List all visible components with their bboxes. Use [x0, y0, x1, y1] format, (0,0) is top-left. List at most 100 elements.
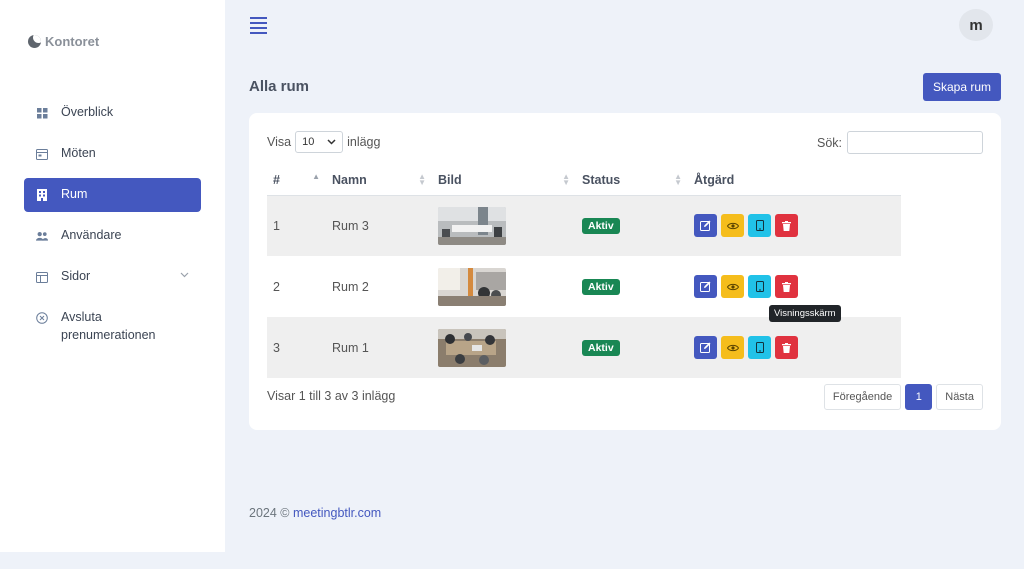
- table-row: 3 Rum 1 Aktiv: [267, 317, 901, 378]
- sidebar-item-pages[interactable]: Sidor: [24, 260, 201, 294]
- column-header-action: Åtgärd: [688, 165, 901, 196]
- sidebar-item-label: Avsluta prenumerationen: [61, 310, 156, 342]
- room-name: Rum 2: [332, 279, 369, 294]
- sort-asc-icon: ▲: [312, 172, 320, 181]
- column-header-name[interactable]: Namn ▲ ▼: [326, 165, 432, 196]
- sidebar-item-label: Möten: [61, 146, 96, 160]
- room-image: [438, 328, 506, 367]
- edit-icon: [700, 281, 711, 292]
- chevron-down-icon: [180, 270, 189, 281]
- building-icon: [36, 189, 48, 201]
- row-actions: [694, 214, 895, 238]
- column-header-number[interactable]: # ▲: [267, 165, 326, 196]
- room-image: [438, 206, 506, 245]
- sidebar-nav: Överblick Möten Rum Användare Sidor Avsl…: [24, 96, 201, 354]
- eye-icon: [726, 283, 739, 290]
- page-title: Alla rum: [249, 78, 310, 95]
- rooms-card: Visa 10 inlägg Sök: # ▲ Namn ▲ ▼ Bild ▲ ▼ Sta…: [249, 113, 1001, 430]
- status-badge: Aktiv: [582, 339, 620, 356]
- chevron-down-icon: [327, 139, 336, 145]
- delete-button[interactable]: [775, 214, 798, 238]
- length-control: Visa 10 inlägg: [267, 131, 380, 153]
- next-page-button[interactable]: Nästa: [936, 384, 983, 410]
- calendar-icon: [36, 148, 48, 160]
- view-button[interactable]: [721, 214, 744, 238]
- entries-select[interactable]: 10: [295, 131, 344, 153]
- hamburger-icon: [250, 17, 267, 19]
- room-name: Rum 3: [326, 195, 432, 256]
- footer: 2024 © meetingbtlr.com: [249, 506, 381, 520]
- row-number: 3: [267, 317, 326, 378]
- delete-button[interactable]: [775, 336, 798, 359]
- tablet-icon: [755, 220, 764, 232]
- sidebar-item-label: Överblick: [61, 105, 114, 119]
- brand-name: Kontoret: [45, 34, 100, 49]
- previous-page-button[interactable]: Föregående: [823, 384, 902, 410]
- trash-icon: [782, 281, 791, 292]
- trash-icon: [782, 342, 791, 353]
- sidebar-item-rooms[interactable]: Rum: [24, 178, 201, 212]
- view-button[interactable]: [721, 275, 744, 298]
- edit-icon: [700, 342, 711, 353]
- edit-button[interactable]: [694, 275, 717, 298]
- entries-label: inlägg: [347, 135, 381, 149]
- brand-logo[interactable]: Kontoret: [28, 34, 99, 49]
- sort-icon: ▲ ▼: [562, 172, 570, 187]
- table-info: Visar 1 till 3 av 3 inlägg: [267, 389, 396, 403]
- create-room-button[interactable]: Skapa rum: [923, 73, 1001, 101]
- sidebar-item-label: Rum: [61, 187, 88, 201]
- status-badge: Aktiv: [582, 278, 620, 295]
- sidebar-item-meetings[interactable]: Möten: [24, 137, 201, 171]
- trash-icon: [782, 220, 791, 231]
- sidebar-item-label: Sidor: [61, 269, 91, 283]
- room-name: Rum 1: [326, 317, 432, 378]
- room-image: [438, 267, 506, 306]
- display-screen-button[interactable]: [748, 336, 771, 359]
- search-label: Sök:: [816, 135, 842, 150]
- search-input[interactable]: [847, 131, 983, 154]
- search-control: Sök:: [817, 131, 983, 154]
- edit-icon: [700, 220, 711, 232]
- avatar[interactable]: m: [959, 9, 993, 41]
- logo-icon: [28, 35, 41, 48]
- copyright: 2024 ©: [249, 506, 290, 520]
- entries-value: 10: [302, 136, 315, 148]
- tablet-icon: [755, 281, 764, 292]
- sidebar-item-users[interactable]: Användare: [24, 219, 201, 253]
- rooms-table: # ▲ Namn ▲ ▼ Bild ▲ ▼ Status ▲ ▼ Åtgärd 1 Rum 3…: [267, 165, 901, 378]
- table-header-row: # ▲ Namn ▲ ▼ Bild ▲ ▼ Status ▲ ▼ Åtgärd: [267, 165, 901, 196]
- tooltip: Visningsskärm: [769, 305, 841, 322]
- sort-icon: ▲ ▼: [418, 172, 426, 187]
- row-number: 2: [273, 279, 280, 294]
- column-header-image[interactable]: Bild ▲ ▼: [432, 165, 576, 196]
- pagination: Föregående 1 Nästa: [823, 384, 983, 410]
- page-1-button[interactable]: 1: [905, 384, 933, 410]
- display-screen-button[interactable]: [748, 214, 771, 238]
- sort-icon: ▲ ▼: [674, 172, 682, 187]
- delete-button[interactable]: [775, 275, 798, 298]
- close-circle-icon: [36, 312, 48, 324]
- show-label: Visa: [267, 135, 292, 149]
- layout-icon: [36, 271, 48, 283]
- edit-button[interactable]: [694, 214, 717, 238]
- footer-link[interactable]: meetingbtlr.com: [293, 506, 381, 520]
- sidebar-item-label: Användare: [61, 228, 122, 242]
- row-number: 1: [267, 195, 326, 256]
- eye-icon: [726, 344, 739, 351]
- table-row: 1 Rum 3 Aktiv: [267, 195, 901, 256]
- sidebar-item-unsubscribe[interactable]: Avsluta prenumerationen: [24, 301, 201, 347]
- row-actions: [694, 336, 895, 359]
- users-icon: [36, 230, 48, 242]
- grid-icon: [36, 107, 48, 119]
- menu-toggle-button[interactable]: [250, 17, 267, 37]
- edit-button[interactable]: [694, 336, 717, 359]
- row-actions: [694, 275, 895, 298]
- sidebar: Kontoret Överblick Möten Rum Användare S…: [0, 0, 225, 552]
- status-badge: Aktiv: [582, 217, 620, 234]
- view-button[interactable]: [721, 336, 744, 359]
- eye-icon: [726, 222, 739, 229]
- display-screen-button[interactable]: [748, 275, 771, 298]
- column-header-status[interactable]: Status ▲ ▼: [576, 165, 688, 196]
- tablet-icon: [755, 342, 764, 353]
- sidebar-item-overview[interactable]: Överblick: [24, 96, 201, 130]
